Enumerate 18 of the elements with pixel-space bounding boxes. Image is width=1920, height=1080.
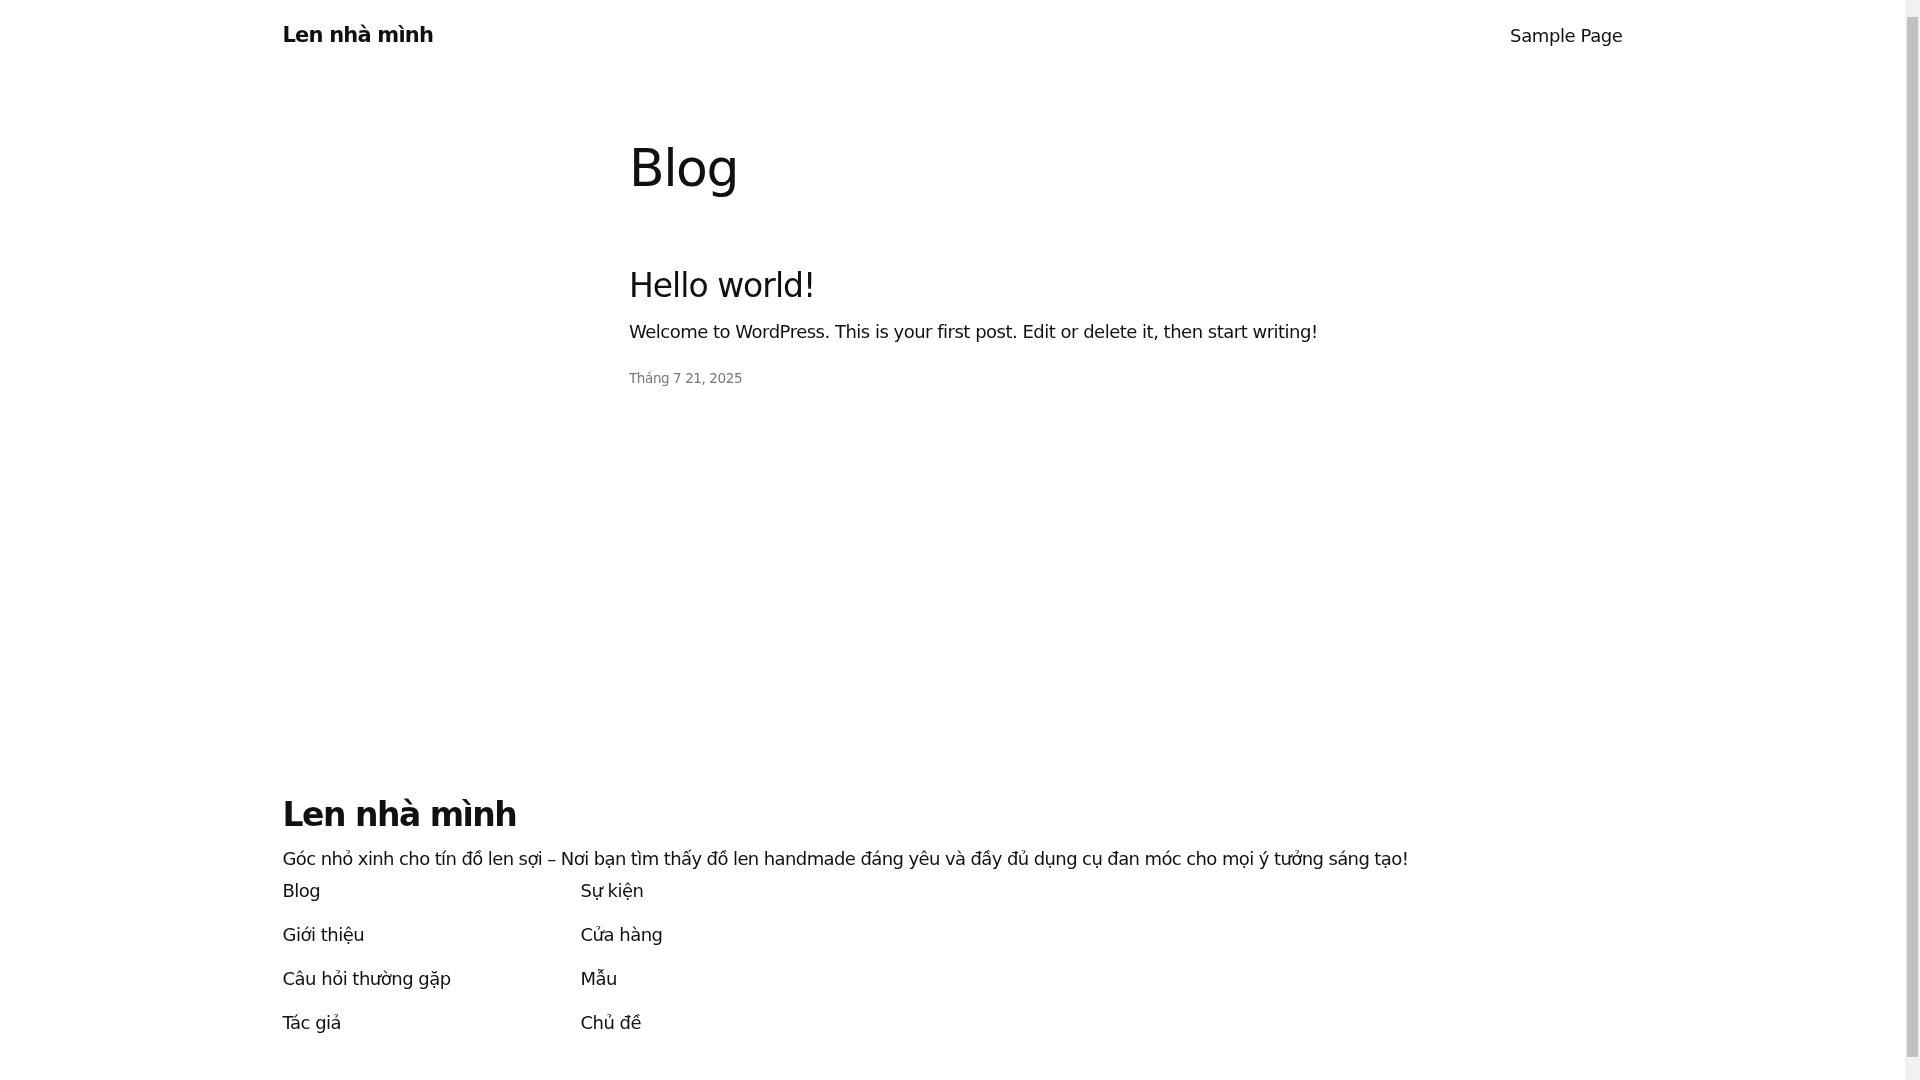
post-title[interactable]: Hello world! (629, 264, 816, 308)
footer-tagline: Góc nhỏ xinh cho tín đồ len sợi – Nơi bạn tìm thấy đồ len handmade đáng yêu và đầy đủ dụng cụ đan móc cho mọi ý tưởng sáng tạo! (282, 848, 1409, 869)
site-title[interactable]: Len nhà mình (282, 23, 434, 47)
scrollbar-thumb[interactable] (1907, 17, 1918, 1057)
footer-link[interactable]: Sự kiện (580, 879, 644, 903)
nav-link[interactable]: Sample Page (1510, 24, 1623, 46)
scrollbar[interactable] (1905, 0, 1920, 1080)
footer-link[interactable]: Tác giả (282, 1011, 342, 1035)
footer-link[interactable]: Blog (282, 879, 321, 903)
footer-site-title[interactable]: Len nhà mình (282, 795, 517, 834)
footer-link[interactable]: Câu hỏi thường gặp (282, 967, 451, 991)
footer-link[interactable]: Mẫu (580, 967, 617, 991)
footer-link[interactable]: Giới thiệu (282, 923, 365, 947)
footer-link[interactable]: Cửa hàng (580, 923, 663, 947)
footer-link[interactable]: Chủ đề (580, 1011, 642, 1035)
post-date[interactable]: Tháng 7 21, 2025 (629, 370, 743, 387)
post-excerpt: Welcome to WordPress. This is your first post. Edit or delete it, then start writing! (629, 321, 1318, 343)
page-title: Blog (629, 137, 739, 200)
